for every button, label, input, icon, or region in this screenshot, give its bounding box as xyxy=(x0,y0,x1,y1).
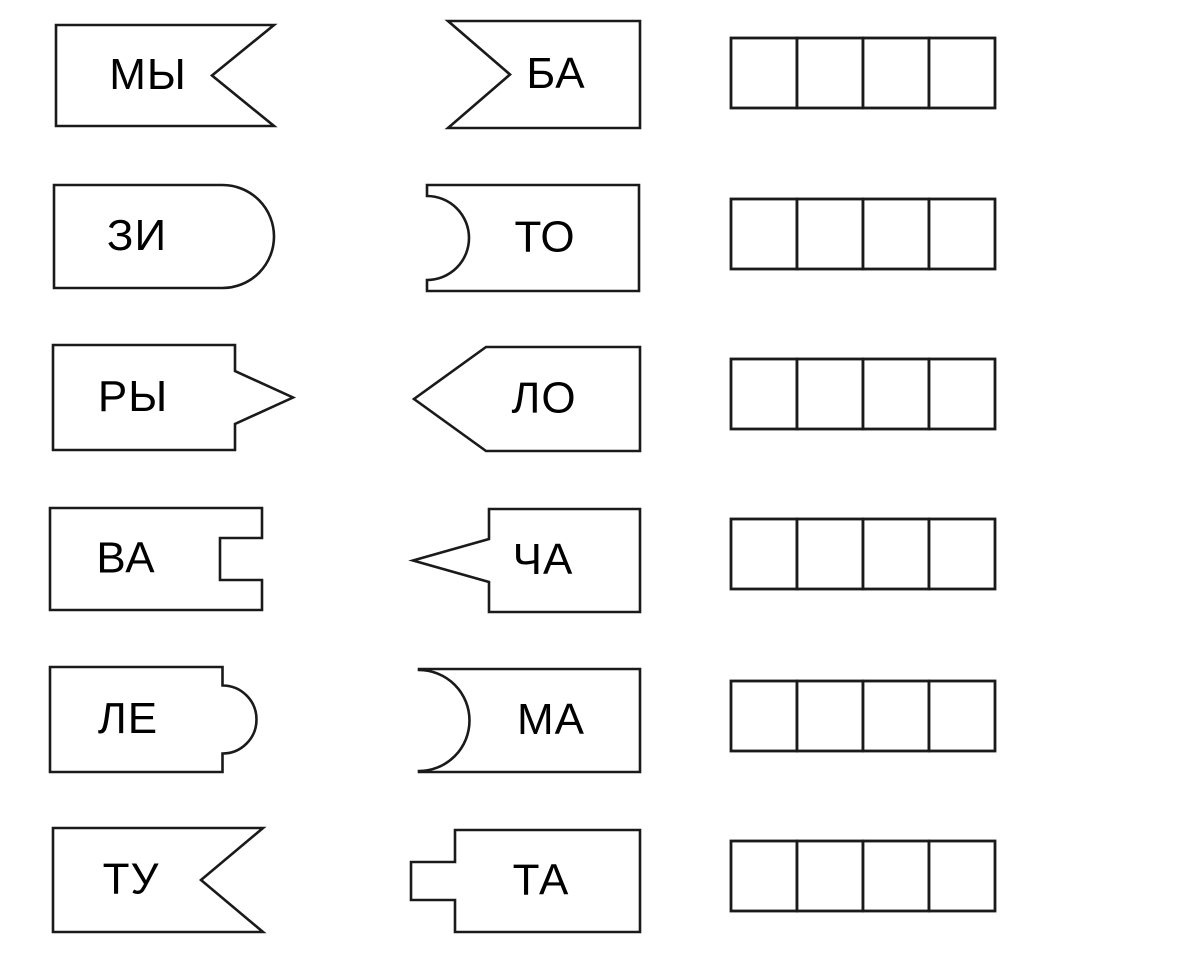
syllable-piece-left-4-outline xyxy=(48,506,264,612)
syllable-piece-right-6-label: ТА xyxy=(513,856,570,905)
letter-box-strip-2[interactable] xyxy=(728,196,998,272)
syllable-piece-left-6-label: ТУ xyxy=(103,855,160,904)
syllable-piece-right-5-label: МА xyxy=(517,695,585,744)
letter-box[interactable] xyxy=(729,839,799,913)
syllable-piece-right-4[interactable]: ЧА xyxy=(408,505,644,616)
syllable-piece-left-5-label: ЛЕ xyxy=(98,694,158,743)
letter-box[interactable] xyxy=(729,517,799,591)
worksheet-row-6: ТУ ТА xyxy=(0,0,1200,934)
syllable-piece-left-3[interactable]: РЫ xyxy=(49,341,297,454)
letter-box[interactable] xyxy=(795,197,865,271)
letter-box-strip-6[interactable] xyxy=(728,838,998,914)
syllable-piece-left-2[interactable]: ЗИ xyxy=(50,181,278,292)
letter-box[interactable] xyxy=(927,839,997,913)
syllable-piece-left-2-label: ЗИ xyxy=(107,211,167,260)
syllable-piece-left-5[interactable]: ЛЕ xyxy=(46,663,269,776)
letter-box[interactable] xyxy=(861,839,931,913)
syllable-piece-right-2[interactable]: ТО xyxy=(423,181,643,295)
letter-box[interactable] xyxy=(861,357,931,431)
syllable-piece-right-3[interactable]: ЛО xyxy=(410,343,644,455)
letter-box[interactable] xyxy=(729,679,799,753)
syllable-piece-right-2-label: ТО xyxy=(514,213,575,262)
letter-box[interactable] xyxy=(795,679,865,753)
letter-box[interactable] xyxy=(927,357,997,431)
letter-box[interactable] xyxy=(861,517,931,591)
letter-box[interactable] xyxy=(927,197,997,271)
letter-box[interactable] xyxy=(927,679,997,753)
syllable-piece-right-3-label: ЛО xyxy=(511,374,576,423)
letter-box[interactable] xyxy=(861,679,931,753)
worksheet-sheet: МЫ БА ЗИ ТО РЫ ЛО ВА ЧА ЛЕ МА ТУ ТА xyxy=(0,0,1200,960)
letter-box[interactable] xyxy=(927,517,997,591)
letter-box[interactable] xyxy=(729,357,799,431)
letter-box[interactable] xyxy=(795,517,865,591)
syllable-piece-left-6[interactable]: ТУ xyxy=(49,824,267,936)
syllable-piece-left-4[interactable]: ВА xyxy=(46,504,266,614)
letter-box-strip-5[interactable] xyxy=(728,678,998,754)
syllable-piece-right-5[interactable]: МА xyxy=(415,665,644,776)
letter-box-strip-3[interactable] xyxy=(728,356,998,432)
syllable-piece-right-4-label: ЧА xyxy=(513,535,574,584)
syllable-piece-left-4-label: ВА xyxy=(96,534,155,583)
letter-box-strip-4[interactable] xyxy=(728,516,998,592)
syllable-piece-right-6[interactable]: ТА xyxy=(407,826,644,936)
syllable-piece-left-3-outline xyxy=(51,343,297,452)
letter-box[interactable] xyxy=(795,839,865,913)
syllable-piece-left-3-label: РЫ xyxy=(98,372,168,421)
letter-box[interactable] xyxy=(795,357,865,431)
letter-box[interactable] xyxy=(729,197,799,271)
letter-box[interactable] xyxy=(861,197,931,271)
